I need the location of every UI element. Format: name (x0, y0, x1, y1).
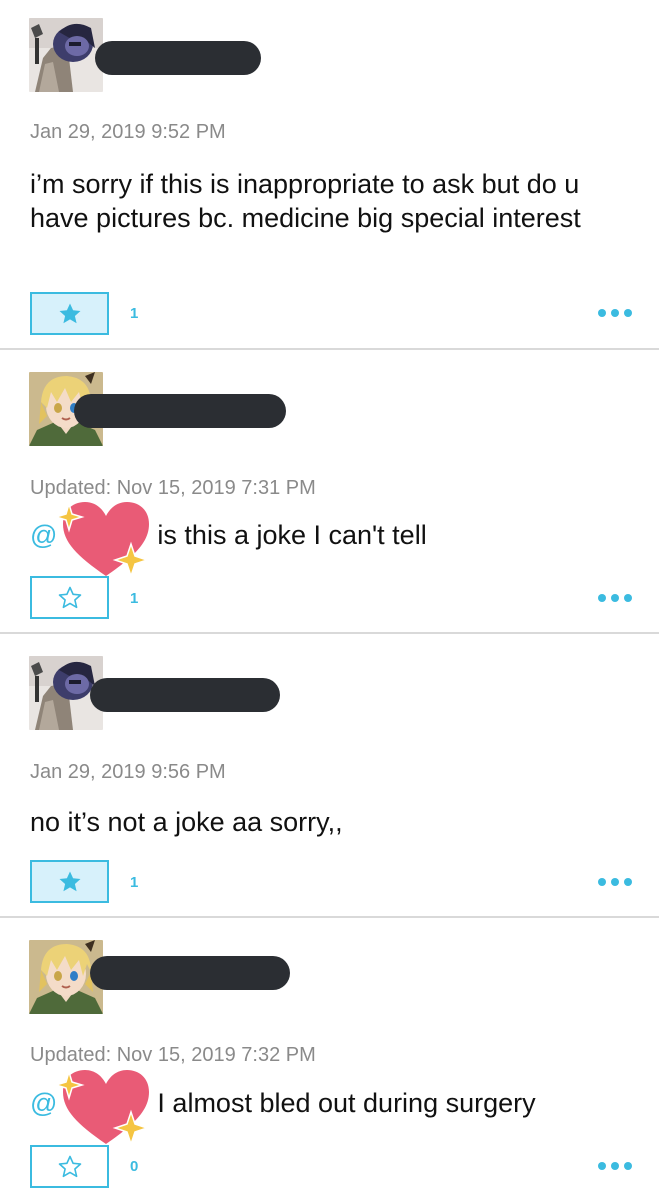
comment-text: no it’s not a joke aa sorry,, (30, 807, 343, 837)
more-options-icon[interactable] (598, 593, 632, 603)
like-button[interactable] (30, 576, 109, 619)
comment-text-line: @ I almost bled out during surgery (30, 1069, 536, 1147)
username-redacted[interactable] (90, 956, 290, 990)
comment-item: Updated: Nov 15, 2019 7:31 PM @ is this … (0, 350, 659, 634)
comment-timestamp: Jan 29, 2019 9:52 PM (30, 121, 226, 143)
comment-item: Jan 29, 2019 9:56 PM no it’s not a joke … (0, 634, 659, 918)
comment-text: I almost bled out during surgery (157, 1088, 536, 1118)
comment-item: Jan 29, 2019 9:52 PM i’m sorry if this i… (0, 0, 659, 350)
user-avatar[interactable] (29, 18, 103, 92)
star-outline-icon (58, 586, 81, 608)
more-options-icon[interactable] (598, 877, 632, 887)
like-button[interactable] (30, 860, 109, 903)
purple-character-avatar-icon (29, 18, 103, 92)
like-count: 1 (130, 305, 139, 322)
comment-text: i’m sorry if this is inappropriate to as… (30, 169, 581, 233)
username-redacted[interactable] (95, 41, 261, 75)
star-filled-icon (59, 871, 80, 891)
like-count: 1 (130, 874, 139, 891)
like-count: 0 (130, 1158, 139, 1175)
comment-timestamp: Jan 29, 2019 9:56 PM (30, 761, 226, 783)
comment-feed: Jan 29, 2019 9:52 PM i’m sorry if this i… (0, 0, 659, 1200)
username-redacted[interactable] (90, 678, 280, 712)
heart-sparkle-sticker-icon (53, 1069, 157, 1147)
like-button[interactable] (30, 1145, 109, 1188)
more-options-icon[interactable] (598, 1161, 632, 1171)
like-button[interactable] (30, 292, 109, 335)
more-options-icon[interactable] (598, 308, 632, 318)
star-outline-icon (58, 1155, 81, 1177)
star-filled-icon (59, 303, 80, 323)
like-count: 1 (130, 590, 139, 607)
comment-text: is this a joke I can't tell (157, 520, 427, 550)
username-redacted[interactable] (74, 394, 286, 428)
comment-item: Updated: Nov 15, 2019 7:32 PM @ I almost… (0, 918, 659, 1200)
heart-sparkle-sticker-icon (53, 501, 157, 579)
comment-text-line: @ is this a joke I can't tell (30, 501, 427, 579)
